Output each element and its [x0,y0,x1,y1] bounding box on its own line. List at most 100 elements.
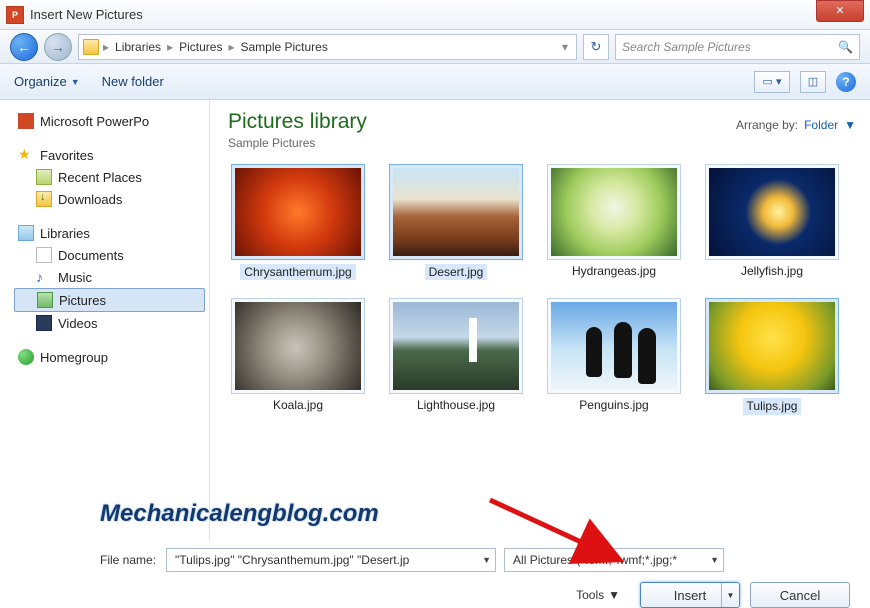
thumbnail-caption: Koala.jpg [273,398,323,412]
library-subtitle: Sample Pictures [228,136,367,150]
cancel-button[interactable]: Cancel [750,582,850,608]
thumbnail-frame [231,164,365,260]
thumbnail-frame [547,164,681,260]
homegroup-icon [18,349,34,365]
insert-button[interactable]: Insert ▼ [640,582,740,608]
nav-toolbar: ← → ▸ Libraries ▸ Pictures ▸ Sample Pict… [0,30,870,64]
breadcrumb-dropdown-icon[interactable]: ▾ [558,40,572,54]
thumbnail-image [235,168,361,256]
insert-label: Insert [674,588,707,603]
sidebar-item-downloads[interactable]: Downloads [14,188,205,210]
organize-menu[interactable]: Organize ▼ [14,74,80,89]
star-icon: ★ [18,147,34,163]
thumbnail-frame [231,298,365,394]
sidebar-label: Microsoft PowerPo [40,114,149,129]
command-toolbar: Organize ▼ New folder ▭ ▾ ◫ ? [0,64,870,100]
sidebar-item-homegroup[interactable]: Homegroup [14,346,205,368]
dropdown-icon[interactable]: ▼ [704,555,719,565]
search-input[interactable]: Search Sample Pictures 🔍 [615,34,860,60]
dropdown-icon[interactable]: ▼ [476,555,491,565]
thumbnail-image [393,302,519,390]
documents-icon [36,247,52,263]
thumbnail-caption: Penguins.jpg [579,398,648,412]
dialog-footer: File name: "Tulips.jpg" "Chrysanthemum.j… [0,540,870,608]
new-folder-label: New folder [102,74,164,89]
thumbnail-frame [705,164,839,260]
sidebar-item-documents[interactable]: Documents [14,244,205,266]
view-mode-button[interactable]: ▭ ▾ [754,71,790,93]
thumbnail-caption: Desert.jpg [425,264,488,280]
thumbnail-image [709,168,835,256]
help-button[interactable]: ? [836,72,856,92]
insert-split-dropdown[interactable]: ▼ [721,583,739,607]
filename-input[interactable]: "Tulips.jpg" "Chrysanthemum.jpg" "Desert… [166,548,496,572]
sidebar-item-videos[interactable]: Videos [14,312,205,334]
file-thumbnail[interactable]: Desert.jpg [386,164,526,280]
file-thumbnail[interactable]: Koala.jpg [228,298,368,414]
sidebar-label: Recent Places [58,170,142,185]
content-pane: Pictures library Sample Pictures Arrange… [210,100,870,540]
breadcrumb-root[interactable]: Libraries [113,40,163,54]
file-thumbnail[interactable]: Lighthouse.jpg [386,298,526,414]
forward-button[interactable]: → [44,33,72,61]
file-thumbnail[interactable]: Jellyfish.jpg [702,164,842,280]
thumbnail-image [551,168,677,256]
search-placeholder: Search Sample Pictures [622,40,751,54]
thumbnail-image [551,302,677,390]
sidebar-item-favorites[interactable]: ★ Favorites [14,144,205,166]
pictures-icon [37,292,53,308]
file-thumbnail[interactable]: Penguins.jpg [544,298,684,414]
sidebar-label: Music [58,270,92,285]
dropdown-icon: ▼ [608,588,620,602]
thumbnail-frame [389,298,523,394]
thumbnail-frame [389,164,523,260]
sidebar-item-powerpoint[interactable]: Microsoft PowerPo [14,110,205,132]
sidebar-label: Downloads [58,192,122,207]
powerpoint-icon [18,113,34,129]
file-thumbnail[interactable]: Tulips.jpg [702,298,842,414]
sidebar-item-libraries[interactable]: Libraries [14,222,205,244]
thumbnail-frame [547,298,681,394]
filename-value: "Tulips.jpg" "Chrysanthemum.jpg" "Desert… [175,553,409,567]
dropdown-icon: ▼ [844,118,856,132]
file-type-filter[interactable]: All Pictures (*.emf;*.wmf;*.jpg;* ▼ [504,548,724,572]
window-title: Insert New Pictures [30,7,143,22]
navigation-sidebar: Microsoft PowerPo ★ Favorites Recent Pla… [0,100,210,540]
sidebar-label: Documents [58,248,124,263]
sidebar-label: Homegroup [40,350,108,365]
sidebar-item-pictures[interactable]: Pictures [14,288,205,312]
powerpoint-app-icon: P [6,6,24,24]
breadcrumb-sep-icon: ▸ [224,40,238,54]
breadcrumb-sub[interactable]: Sample Pictures [238,40,329,54]
back-button[interactable]: ← [10,33,38,61]
refresh-button[interactable]: ↻ [583,34,609,60]
videos-icon [36,315,52,331]
new-folder-button[interactable]: New folder [102,74,164,89]
close-button[interactable]: ✕ [816,0,864,22]
sidebar-item-recent-places[interactable]: Recent Places [14,166,205,188]
libraries-icon [18,225,34,241]
preview-pane-button[interactable]: ◫ [800,71,826,93]
music-icon: ♪ [36,269,52,285]
filename-label: File name: [100,553,158,567]
recent-places-icon [36,169,52,185]
thumbnail-frame [705,298,839,394]
file-thumbnail[interactable]: Hydrangeas.jpg [544,164,684,280]
sidebar-item-music[interactable]: ♪ Music [14,266,205,288]
arrange-by-control[interactable]: Arrange by: Folder ▼ [736,110,856,132]
sidebar-label: Pictures [59,293,106,308]
breadcrumb-sep-icon: ▸ [163,40,177,54]
breadcrumb-bar[interactable]: ▸ Libraries ▸ Pictures ▸ Sample Pictures… [78,34,577,60]
breadcrumb-folder[interactable]: Pictures [177,40,224,54]
thumbnail-image [393,168,519,256]
downloads-icon [36,191,52,207]
tools-menu[interactable]: Tools ▼ [576,588,620,602]
thumbnail-image [235,302,361,390]
tools-label: Tools [576,588,604,602]
filter-value: All Pictures (*.emf;*.wmf;*.jpg;* [513,553,677,567]
cancel-label: Cancel [780,588,820,603]
dropdown-icon: ▼ [71,77,80,87]
folder-icon [83,39,99,55]
library-title: Pictures library [228,110,367,134]
file-thumbnail[interactable]: Chrysanthemum.jpg [228,164,368,280]
